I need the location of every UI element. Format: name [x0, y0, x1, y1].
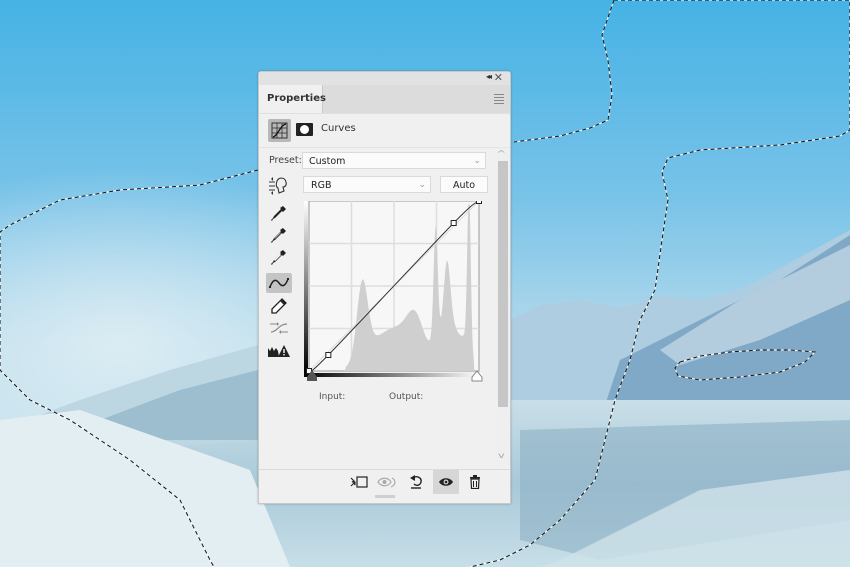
- eyedropper-black-icon: [271, 206, 286, 221]
- panel-resize-grip[interactable]: [375, 495, 395, 498]
- scroll-down-icon[interactable]: v: [498, 451, 505, 460]
- preset-label: Preset:: [269, 155, 302, 166]
- eyedropper-gray-icon: [271, 228, 286, 243]
- adjustment-header: Curves: [259, 114, 510, 148]
- close-panel-icon[interactable]: ✕: [494, 71, 503, 84]
- curve-control-point[interactable]: [325, 352, 332, 358]
- clipping-warning-toggle[interactable]: [266, 341, 292, 361]
- properties-panel: ◂◂ ✕ Properties Curves Preset: Custom ⌄: [258, 71, 511, 504]
- adjustment-title: Curves: [321, 123, 356, 134]
- toggle-visibility-button[interactable]: [433, 470, 459, 494]
- collapse-panel-icon[interactable]: ◂◂: [486, 72, 492, 81]
- auto-button[interactable]: Auto: [440, 176, 488, 193]
- black-point-slider[interactable]: [306, 370, 318, 382]
- reset-icon: [410, 475, 422, 489]
- curves-graph[interactable]: [304, 201, 482, 377]
- output-label: Output:: [389, 392, 424, 402]
- smooth-curve-tool[interactable]: [266, 318, 292, 338]
- eyedropper-white-icon: [271, 250, 286, 265]
- trash-icon: [470, 475, 480, 489]
- pencil-icon: [271, 298, 287, 314]
- channel-value: RGB: [311, 180, 332, 191]
- smooth-icon: [270, 322, 288, 334]
- delete-button[interactable]: [463, 470, 487, 494]
- panel-tab-row: Properties: [259, 85, 510, 114]
- view-previous-state-button[interactable]: [375, 470, 399, 494]
- sample-black-point-eyedropper[interactable]: [266, 204, 292, 224]
- eye-icon: [439, 478, 453, 486]
- panel-menu-icon[interactable]: [494, 94, 504, 106]
- channel-dropdown[interactable]: RGB ⌄: [303, 176, 431, 193]
- clipping-warning-icon: [268, 345, 290, 357]
- layer-mask-icon[interactable]: [296, 123, 313, 136]
- chevron-down-icon: ⌄: [418, 180, 426, 190]
- curves-adjustment-icon[interactable]: [268, 119, 291, 142]
- tab-properties[interactable]: Properties: [259, 85, 326, 113]
- eye-swap-icon: [377, 477, 396, 488]
- output-gradient-bar: [304, 201, 308, 373]
- clip-to-layer-button[interactable]: [347, 470, 371, 494]
- reset-button[interactable]: [404, 470, 428, 494]
- sample-white-point-eyedropper[interactable]: [266, 248, 292, 268]
- scroll-up-icon[interactable]: ^: [497, 149, 506, 158]
- sample-gray-point-eyedropper[interactable]: [266, 226, 292, 246]
- input-label: Input:: [319, 392, 346, 402]
- panel-scrollbar[interactable]: ^ v: [497, 149, 509, 466]
- curves-content: Preset: Custom ⌄ RGB ⌄ Auto Input: Outpu…: [259, 149, 495, 467]
- panel-title-bar[interactable]: ◂◂ ✕: [259, 71, 510, 85]
- white-point-slider[interactable]: [471, 370, 483, 382]
- targeted-adjustment-tool-icon[interactable]: [268, 177, 290, 195]
- curve-control-point[interactable]: [450, 220, 457, 226]
- edit-points-tool[interactable]: [266, 273, 292, 293]
- preset-dropdown[interactable]: Custom ⌄: [302, 152, 486, 169]
- chevron-down-icon: ⌄: [473, 156, 481, 166]
- clip-icon: [350, 476, 368, 488]
- preset-value: Custom: [309, 156, 346, 167]
- curve-points-icon: [269, 278, 289, 288]
- curve-control-point[interactable]: [476, 201, 482, 204]
- draw-pencil-tool[interactable]: [266, 296, 292, 316]
- input-gradient-bar: [304, 373, 482, 377]
- scroll-thumb[interactable]: [498, 161, 508, 407]
- panel-footer: [259, 469, 510, 494]
